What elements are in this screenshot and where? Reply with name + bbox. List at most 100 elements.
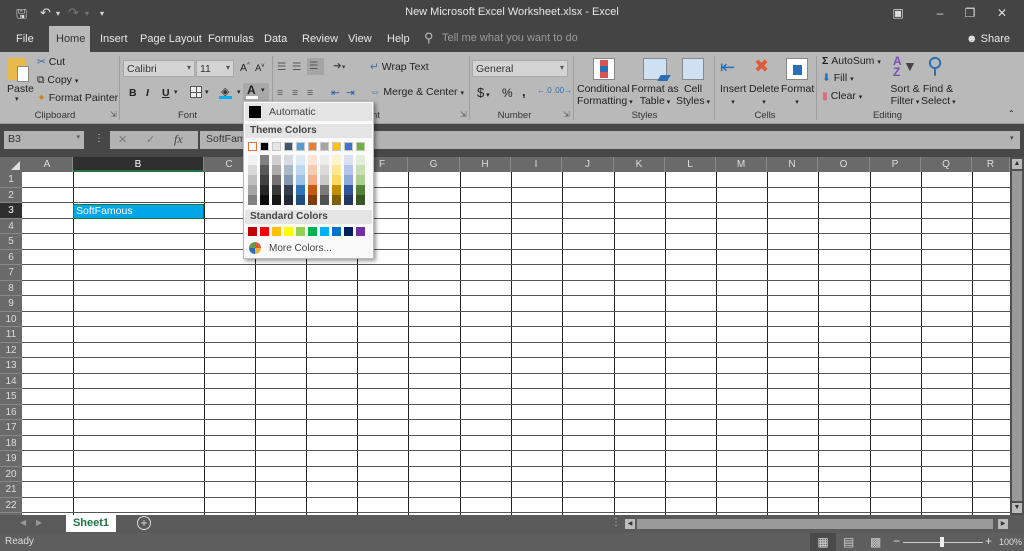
format-cells-button[interactable]: Format ▾ (781, 83, 814, 107)
theme-shade-swatch[interactable] (284, 165, 293, 175)
theme-shade-swatch[interactable] (296, 175, 305, 185)
zoom-slider-thumb[interactable] (940, 537, 944, 547)
scroll-up-icon[interactable]: ▲ (1012, 159, 1022, 169)
theme-shade-swatch[interactable] (260, 165, 269, 175)
font-color-button[interactable]: A ▾ (243, 83, 269, 101)
row-header-2[interactable]: 2 (0, 187, 22, 203)
fill-color-dropdown-icon[interactable]: ▾ (237, 88, 241, 96)
theme-shade-swatch[interactable] (332, 165, 341, 175)
increase-decimal-button[interactable]: ←.0 (537, 86, 552, 95)
standard-color-swatch[interactable] (284, 227, 293, 236)
tab-home[interactable]: Home (49, 26, 90, 52)
select-all-corner[interactable] (0, 157, 22, 172)
page-layout-view-icon[interactable]: ▤ (843, 533, 854, 551)
theme-color-swatch[interactable] (248, 142, 257, 151)
row-header-11[interactable]: 11 (0, 327, 22, 343)
find-select-button[interactable]: Find & Select ▾ (921, 83, 956, 109)
standard-color-swatch[interactable] (332, 227, 341, 236)
bold-button[interactable]: B (129, 87, 137, 99)
comma-button[interactable]: , (522, 84, 526, 99)
theme-shade-swatch[interactable] (308, 185, 317, 195)
theme-shade-swatch[interactable] (320, 165, 329, 175)
font-name-combo[interactable]: Calibri ▾ (123, 60, 195, 77)
fill-color-button[interactable]: ◈ (219, 85, 233, 99)
borders-icon[interactable] (190, 86, 202, 98)
fill-button[interactable]: ⬇ Fill ▾ (822, 72, 854, 84)
autosum-button[interactable]: Σ AutoSum ▾ (822, 55, 881, 67)
font-size-combo[interactable]: 11 ▾ (196, 60, 234, 77)
theme-shade-swatch[interactable] (260, 175, 269, 185)
number-format-combo[interactable]: General ▾ (472, 60, 568, 77)
theme-shade-swatch[interactable] (296, 165, 305, 175)
column-header-q[interactable]: Q (921, 157, 972, 172)
theme-shade-swatch[interactable] (356, 195, 365, 205)
theme-shade-swatch[interactable] (248, 185, 257, 195)
theme-shade-swatch[interactable] (284, 175, 293, 185)
row-header-13[interactable]: 13 (0, 358, 22, 374)
cell-b3[interactable]: SoftFamous (73, 204, 204, 219)
clipboard-launcher-icon[interactable]: ⇲ (110, 110, 117, 119)
top-align-button[interactable]: ☰ (277, 61, 286, 73)
cut-button[interactable]: ✂ Cut (37, 56, 65, 68)
theme-color-swatch[interactable] (344, 142, 353, 151)
row-header-10[interactable]: 10 (0, 311, 22, 327)
row-header-18[interactable]: 18 (0, 435, 22, 451)
column-header-n[interactable]: N (767, 157, 818, 172)
underline-button[interactable]: U (162, 87, 170, 99)
paste-dropdown-icon[interactable]: ▾ (15, 95, 19, 103)
sort-filter-button[interactable]: Sort & Filter ▾ (888, 83, 922, 109)
align-left-button[interactable]: ≡ (277, 87, 283, 99)
theme-color-swatch[interactable] (272, 142, 281, 151)
scroll-down-icon[interactable]: ▼ (1012, 503, 1022, 513)
theme-shade-swatch[interactable] (356, 165, 365, 175)
wrap-text-button[interactable]: ↵ Wrap Text (370, 61, 429, 73)
expand-formula-bar-icon[interactable]: ▾ (1010, 134, 1014, 142)
cell-styles-button[interactable]: Cell Styles ▾ (676, 83, 710, 109)
tab-formulas[interactable]: Formulas (201, 26, 261, 52)
theme-shade-swatch[interactable] (296, 155, 305, 165)
row-header-3[interactable]: 3 (0, 203, 22, 219)
standard-color-swatch[interactable] (272, 227, 281, 236)
theme-shade-swatch[interactable] (260, 155, 269, 165)
enter-icon[interactable]: ✓ (146, 133, 155, 146)
theme-shade-swatch[interactable] (332, 175, 341, 185)
orientation-button[interactable]: ➜▾ (333, 60, 345, 72)
theme-shade-swatch[interactable] (308, 195, 317, 205)
standard-color-swatch[interactable] (308, 227, 317, 236)
theme-shade-swatch[interactable] (356, 175, 365, 185)
theme-shade-swatch[interactable] (320, 185, 329, 195)
tab-splitter-icon[interactable]: ⋮ (611, 517, 621, 528)
format-painter-button[interactable]: ✦ Format Painter (37, 92, 118, 104)
theme-shade-swatch[interactable] (356, 185, 365, 195)
column-header-p[interactable]: P (870, 157, 921, 172)
row-header-8[interactable]: 8 (0, 280, 22, 296)
bottom-align-button[interactable]: ☰ (307, 58, 324, 75)
zoom-in-icon[interactable]: + (985, 534, 992, 548)
theme-color-swatch[interactable] (320, 142, 329, 151)
tab-insert[interactable]: Insert (93, 26, 135, 52)
increase-indent-button[interactable]: ⇥ (346, 87, 355, 99)
automatic-color-option[interactable]: Automatic (245, 103, 372, 121)
column-header-h[interactable]: H (460, 157, 511, 172)
theme-color-swatch[interactable] (260, 142, 269, 151)
theme-shade-swatch[interactable] (248, 175, 257, 185)
row-header-17[interactable]: 17 (0, 420, 22, 436)
ribbon-display-options-button[interactable]: ▣ (878, 3, 918, 23)
theme-shade-swatch[interactable] (248, 195, 257, 205)
theme-shade-swatch[interactable] (272, 165, 281, 175)
row-header-9[interactable]: 9 (0, 296, 22, 312)
column-header-b[interactable]: B (73, 157, 204, 172)
percent-button[interactable]: % (502, 86, 513, 100)
row-header-5[interactable]: 5 (0, 234, 22, 250)
insert-function-icon[interactable]: fx (174, 132, 183, 147)
standard-color-swatch[interactable] (248, 227, 257, 236)
scroll-left-icon[interactable]: ◀ (625, 519, 635, 529)
close-button[interactable]: ✕ (982, 3, 1022, 23)
column-header-a[interactable]: A (22, 157, 73, 172)
column-header-i[interactable]: I (511, 157, 562, 172)
standard-color-swatch[interactable] (320, 227, 329, 236)
sheet-tab-sheet1[interactable]: Sheet1 (66, 515, 116, 532)
standard-color-swatch[interactable] (260, 227, 269, 236)
theme-shade-swatch[interactable] (308, 175, 317, 185)
vertical-scroll-thumb[interactable] (1012, 171, 1022, 501)
